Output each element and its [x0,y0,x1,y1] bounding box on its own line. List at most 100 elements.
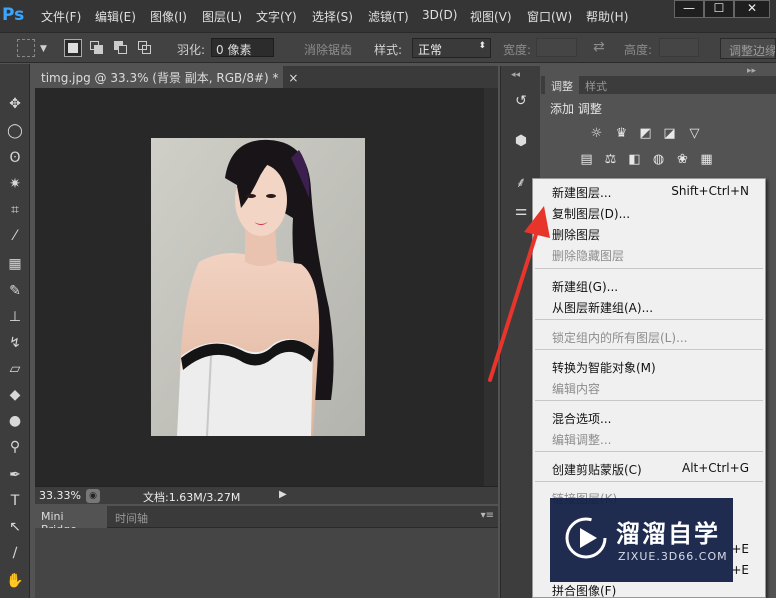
tab-timeline[interactable]: 时间轴 [111,506,152,528]
tab-mini-bridge[interactable]: Mini Bridge [35,506,107,536]
menu-help[interactable]: 帮助(H) [586,8,628,25]
document-image[interactable] [151,138,365,436]
path-selection-tool-icon[interactable]: ↖ [5,517,25,537]
lasso-tool-icon[interactable]: ʘ [5,148,25,168]
bridge-tab-bar: Mini Bridge 时间轴 ▾≡ [35,506,498,536]
menu-item-group-from-layers[interactable]: 从图层新建组(A)... [533,296,765,316]
new-selection-icon[interactable] [64,39,82,57]
document-tab[interactable]: timg.jpg @ 33.3% (背景 副本, RGB/8#) * × [35,66,298,88]
exposure-icon[interactable]: ◪ [661,126,678,141]
menu-separator [535,268,763,269]
menu-item-convert-smart-object[interactable]: 转换为智能对象(M) [533,356,765,376]
add-selection-icon[interactable] [88,39,106,57]
menu-item-blending-options[interactable]: 混合选项... [533,407,765,427]
menu-filter[interactable]: 滤镜(T) [368,8,409,25]
color-lookup-icon[interactable]: ▦ [698,152,715,167]
menu-type[interactable]: 文字(Y) [256,8,297,25]
menu-file[interactable]: 文件(F) [41,8,81,25]
paint-bucket-tool-icon[interactable]: ◆ [5,385,25,405]
menu-item-new-group[interactable]: 新建组(G)... [533,275,765,295]
menu-item-edit-adjustment: 编辑调整... [552,433,612,447]
menu-view[interactable]: 视图(V) [470,8,512,25]
style-value: 正常 [418,43,443,57]
status-info-icon[interactable]: ◉ [86,489,100,503]
type-tool-icon[interactable]: T [5,491,25,511]
minimize-button[interactable]: — [674,0,704,18]
menu-item-create-clipping-mask[interactable]: 创建剪贴蒙版(C) Alt+Ctrl+G [533,458,765,478]
panel-menu-icon[interactable]: ▾≡ [481,510,494,521]
hue-saturation-icon[interactable]: ▤ [578,152,595,167]
menu-separator [535,349,763,350]
feather-label: 羽化: [177,43,206,57]
feather-input[interactable]: 0 像素 [211,38,274,57]
menu-edit[interactable]: 编辑(E) [95,8,136,25]
menu-window[interactable]: 窗口(W) [527,8,572,25]
3d-panel-icon[interactable]: ⬢ [512,132,530,150]
maximize-button[interactable]: ☐ [704,0,734,18]
photo-filter-icon[interactable]: ◍ [650,152,667,167]
channel-mixer-icon[interactable]: ❀ [674,152,691,167]
close-window-button[interactable]: ✕ [734,0,770,18]
collapse-panel-icon[interactable]: ▸▸ [747,66,756,76]
collapse-dock-icon[interactable]: ◂◂ [511,70,520,80]
swap-arrows-icon[interactable]: ⇄ [593,39,605,55]
tab-adjustments[interactable]: 调整 [545,76,579,94]
close-tab-icon[interactable]: × [288,71,298,85]
subtract-selection-icon[interactable] [112,39,130,57]
eraser-tool-icon[interactable]: ▱ [5,359,25,379]
refine-edge-button[interactable]: 调整边缘 [720,38,776,59]
watermark-title: 溜溜自学 [616,520,720,548]
brightness-contrast-icon[interactable]: ☼ [588,126,605,141]
dodge-tool-icon[interactable]: ⚲ [5,437,25,457]
intersect-selection-icon[interactable] [136,39,154,57]
brush-panel-icon[interactable]: ⸙ [512,174,530,192]
magic-wand-tool-icon[interactable]: ✷ [5,174,25,194]
black-white-icon[interactable]: ◧ [626,152,643,167]
chevron-down-icon[interactable]: ▼ [40,44,47,54]
menu-bar: Ps 文件(F) 编辑(E) 图像(I) 图层(L) 文字(Y) 选择(S) 滤… [0,0,776,33]
pen-tool-icon[interactable]: ✒ [5,465,25,485]
menu-select[interactable]: 选择(S) [312,8,353,25]
document-size: 文档:1.63M/3.27M [143,491,241,504]
menu-item-delete-hidden-layers: 删除隐藏图层 [552,249,625,263]
watermark-logo: 溜溜自学 ZIXUE.3D66.COM [550,498,733,582]
menu-3d[interactable]: 3D(D) [422,8,457,22]
clone-stamp-tool-icon[interactable]: ⊥ [5,307,25,327]
status-menu-arrow-icon[interactable]: ▶ [279,489,291,503]
marquee-tool-icon[interactable]: ◯ [5,121,25,141]
zoom-level[interactable]: 33.33% [39,489,81,502]
menu-separator [535,319,763,320]
crop-tool-icon[interactable]: ⌗ [5,200,25,220]
menu-item-duplicate-layer[interactable]: 复制图层(D)... [533,202,765,222]
select-arrows-icon: ⬍ [478,41,486,51]
color-balance-icon[interactable]: ⚖ [602,152,619,167]
history-brush-tool-icon[interactable]: ↯ [5,333,25,353]
menu-item-delete-layer[interactable]: 删除图层 [533,223,765,243]
history-panel-icon[interactable]: ↺ [512,92,530,110]
blur-tool-icon[interactable]: ● [5,411,25,431]
menu-separator [535,400,763,401]
menu-separator [535,451,763,452]
healing-brush-tool-icon[interactable]: ▦ [5,254,25,274]
height-input[interactable] [659,38,699,57]
hand-tool-icon[interactable]: ✋ [5,571,25,591]
line-tool-icon[interactable]: ∕ [5,543,25,563]
document-tab-bar: timg.jpg @ 33.3% (背景 副本, RGB/8#) * × [35,66,498,88]
menu-item-lock-layers-in-group: 锁定组内的所有图层(L)... [552,331,688,345]
curves-icon[interactable]: ◩ [637,126,654,141]
move-tool-icon[interactable]: ✥ [5,94,25,114]
brush-tool-icon[interactable]: ✎ [5,281,25,301]
tab-styles[interactable]: 样式 [579,76,613,94]
levels-icon[interactable]: ♛ [613,126,630,141]
eyedropper-tool-icon[interactable]: ⁄ [5,226,25,246]
menu-item-new-layer[interactable]: 新建图层... Shift+Ctrl+N [533,181,765,201]
bridge-panel-body [35,528,498,598]
marquee-preset-icon[interactable] [17,39,35,57]
menu-layer[interactable]: 图层(L) [202,8,242,25]
width-input[interactable] [536,38,577,57]
menu-image[interactable]: 图像(I) [150,8,187,25]
document-status-bar: 33.33% ◉ 文档:1.63M/3.27M ▶ [35,486,498,504]
vibrance-icon[interactable]: ▽ [686,126,703,141]
style-select[interactable]: 正常 ⬍ [412,38,491,58]
annotation-arrow [488,206,550,382]
